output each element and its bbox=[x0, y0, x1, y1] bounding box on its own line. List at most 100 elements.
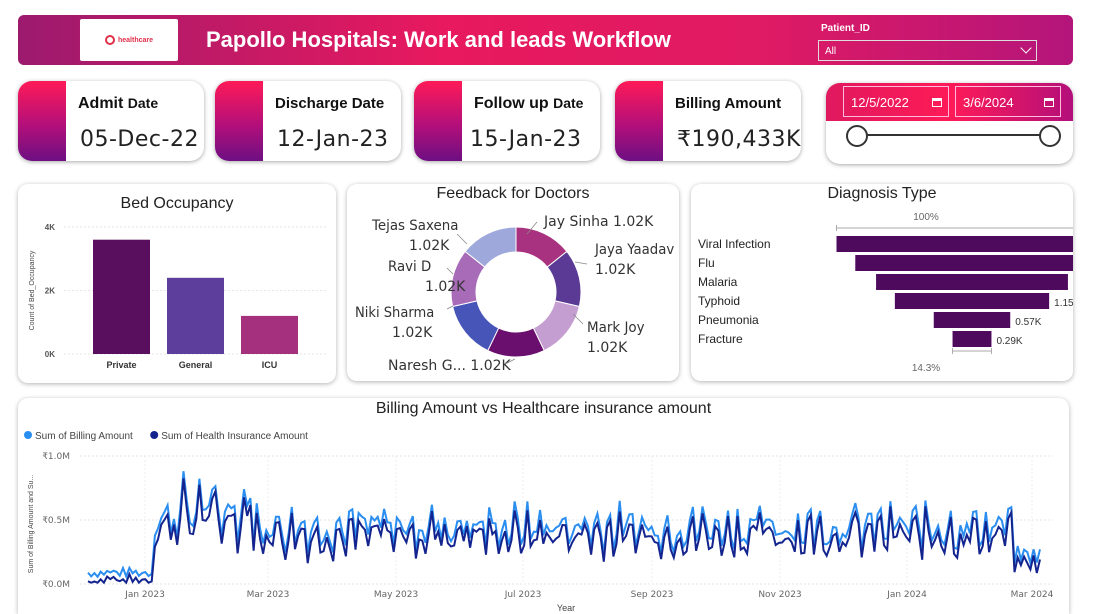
kpi-card-billing-amount: Billing Amount ₹190,433K bbox=[615, 81, 801, 161]
kpi-value: ₹190,433K bbox=[677, 127, 801, 152]
kpi-label: Billing Amount bbox=[675, 95, 782, 112]
donut-value-label: 1.02K bbox=[392, 325, 433, 341]
funnel-category-label: Typhoid bbox=[698, 294, 740, 308]
x-tick-label: Sep 2023 bbox=[631, 590, 674, 600]
donut-value-label: 1.02K bbox=[409, 238, 450, 254]
chevron-down-icon bbox=[1020, 42, 1032, 54]
patient-id-dropdown[interactable]: All bbox=[818, 40, 1037, 61]
funnel-category-label: Flu bbox=[698, 256, 715, 270]
donut-label: Tejas Saxena bbox=[371, 218, 458, 234]
funnel-bar bbox=[952, 331, 992, 347]
legend-label: Sum of Health Insurance Amount bbox=[161, 431, 308, 442]
kpi-accent-bar bbox=[18, 81, 66, 161]
y-tick-label: ₹1.0M bbox=[42, 452, 70, 462]
y-tick-label: ₹0.0M bbox=[42, 580, 70, 590]
bar-icu bbox=[241, 315, 298, 354]
funnel-bar bbox=[855, 255, 1073, 271]
y-axis-label: Sum of Billing Amount and Su... bbox=[28, 475, 35, 573]
x-tick-label: Mar 2023 bbox=[247, 590, 290, 600]
leader-line bbox=[446, 267, 454, 275]
start-date-input[interactable]: 12/5/2022 bbox=[843, 86, 949, 117]
kpi-label: Follow up Date bbox=[474, 95, 584, 112]
x-tick-label: General bbox=[179, 360, 213, 370]
feedback-donut-chart: Jay Sinha 1.02K Jaya Yaadav 1.02K Mark Joy 1… bbox=[355, 214, 674, 374]
date-slider-end-handle[interactable] bbox=[1039, 125, 1061, 147]
donut-label: Jay Sinha 1.02K bbox=[543, 214, 654, 230]
dashboard-title: Papollo Hospitals: Work and leads Workfl… bbox=[206, 27, 671, 52]
funnel-category-label: Pneumonia bbox=[698, 313, 759, 327]
logo-text: healthcare bbox=[117, 36, 154, 44]
header-banner: healthcare Papollo Hospitals: Work and l… bbox=[18, 15, 1073, 65]
funnel-bottom-label: 14.3% bbox=[912, 363, 940, 374]
feedback-panel: Feedback for Doctors Jay Sinha 1.02K Jaya… bbox=[347, 184, 679, 381]
donut-value-label: 1.02K bbox=[595, 262, 636, 278]
kpi-card-admit-date: Admit Date 05-Dec-22 bbox=[18, 81, 204, 161]
funnel-category-label: Malaria bbox=[698, 275, 738, 289]
x-tick-label: Mar 2024 bbox=[1011, 590, 1054, 600]
leader-line bbox=[446, 305, 454, 310]
x-tick-label: Jul 2023 bbox=[504, 590, 542, 600]
kpi-accent-bar bbox=[615, 81, 663, 161]
series-line-billing bbox=[87, 471, 1041, 580]
donut-slice bbox=[452, 300, 500, 352]
kpi-label: Admit Date bbox=[78, 95, 159, 112]
legend-marker bbox=[150, 431, 159, 439]
donut-value-label: 1.02K bbox=[587, 340, 628, 356]
date-range-slicer: 12/5/2022 3/6/2024 bbox=[826, 83, 1073, 164]
x-tick-label: ICU bbox=[262, 360, 278, 370]
end-date-input[interactable]: 3/6/2024 bbox=[955, 86, 1061, 117]
x-tick-label: Jan 2024 bbox=[886, 590, 927, 600]
x-tick-label: Nov 2023 bbox=[758, 590, 801, 600]
funnel-value-label: 0.29K bbox=[996, 336, 1022, 347]
funnel-bar bbox=[894, 293, 1050, 309]
kpi-card-follow-up-date: Follow up Date 15-Jan-23 bbox=[414, 81, 600, 161]
kpi-accent-bar bbox=[414, 81, 462, 161]
funnel-value-label: 0.57K bbox=[1015, 317, 1041, 328]
start-date-value: 12/5/2022 bbox=[851, 95, 909, 110]
y-tick-label: ₹0.5M bbox=[42, 516, 70, 526]
diagnosis-panel: Diagnosis Type 100% Viral Infection Flu Mal… bbox=[691, 184, 1073, 381]
kpi-label: Discharge Date bbox=[275, 95, 385, 112]
heart-icon bbox=[104, 35, 115, 45]
patient-id-value: All bbox=[825, 46, 837, 57]
funnel-bar bbox=[933, 312, 1011, 328]
donut-label: Naresh G... 1.02K bbox=[388, 358, 512, 374]
funnel-bar bbox=[836, 236, 1073, 252]
kpi-accent-bar bbox=[215, 81, 263, 161]
funnel-bar bbox=[876, 274, 1068, 290]
kpi-card-discharge-date: Discharge Date 12-Jan-23 bbox=[215, 81, 401, 161]
date-slider-track[interactable] bbox=[857, 134, 1049, 136]
diagnosis-funnel-chart: 100%Viral InfectionFluMalaria1.43KTyphoi… bbox=[698, 212, 1073, 374]
donut-value-label: 1.02K bbox=[425, 279, 466, 295]
end-date-value: 3/6/2024 bbox=[963, 95, 1014, 110]
funnel-category-label: Viral Infection bbox=[698, 237, 771, 251]
billing-line-chart: Sum of Billing Amount Sum of Health Insur… bbox=[24, 431, 1054, 613]
billing-panel: Billing Amount vs Healthcare insurance a… bbox=[18, 398, 1069, 614]
series-line-insurance bbox=[87, 478, 1041, 585]
donut-label: Jaya Yaadav bbox=[594, 242, 674, 258]
kpi-value: 12-Jan-23 bbox=[277, 127, 389, 152]
bed-occupancy-panel: Bed Occupancy 0K 2K 4K Count of Bed_Occupan… bbox=[18, 184, 336, 383]
donut-label: Ravi D bbox=[388, 259, 431, 275]
legend-marker bbox=[24, 431, 32, 439]
x-tick-label: Jan 2023 bbox=[124, 590, 165, 600]
calendar-icon[interactable] bbox=[932, 98, 942, 107]
leader-line bbox=[574, 261, 588, 265]
legend-label: Sum of Billing Amount bbox=[35, 431, 133, 442]
calendar-icon[interactable] bbox=[1044, 98, 1054, 107]
y-tick-label: 0K bbox=[45, 350, 55, 359]
y-axis-label: Count of Bed_Occupancy bbox=[29, 250, 36, 330]
funnel-category-label: Fracture bbox=[698, 332, 743, 346]
x-axis-label: Year bbox=[557, 603, 575, 613]
x-tick-label: May 2023 bbox=[374, 590, 418, 600]
leader-line bbox=[456, 233, 468, 245]
kpi-value: 15-Jan-23 bbox=[470, 127, 582, 152]
bar-general bbox=[167, 277, 224, 354]
date-slider-start-handle[interactable] bbox=[846, 125, 868, 147]
hospital-logo: healthcare bbox=[80, 19, 178, 61]
y-tick-label: 2K bbox=[45, 287, 55, 296]
patient-id-label: Patient_ID bbox=[821, 23, 870, 34]
kpi-value: 05-Dec-22 bbox=[80, 127, 199, 152]
donut-label: Niki Sharma bbox=[355, 305, 434, 321]
bed-occupancy-chart: 0K 2K 4K Count of Bed_Occupancy Private Gener… bbox=[29, 223, 328, 370]
